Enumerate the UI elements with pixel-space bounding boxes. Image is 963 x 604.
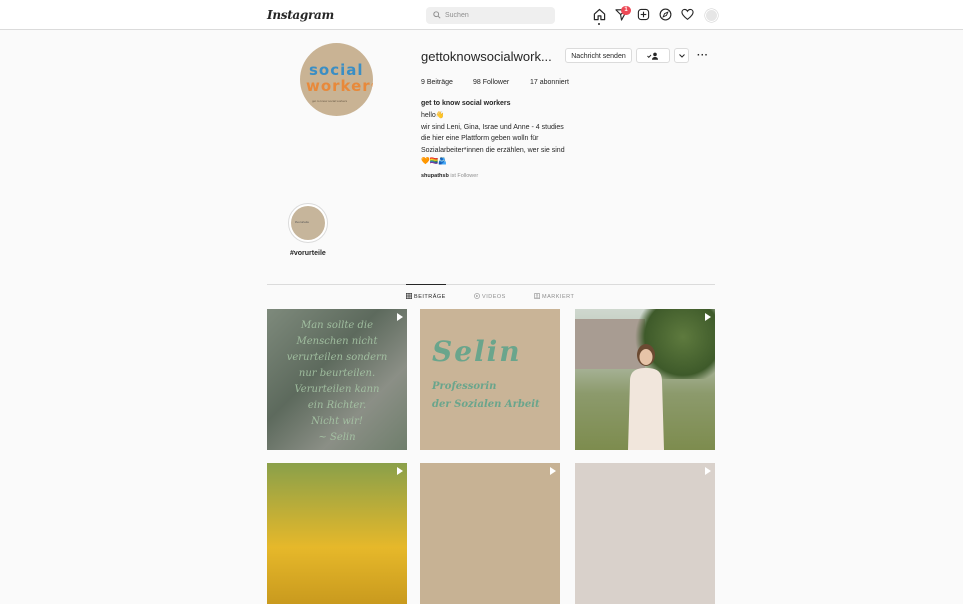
tabs-divider xyxy=(267,284,715,285)
active-page-indicator xyxy=(598,23,600,25)
video-icon xyxy=(474,293,480,299)
post-tile-photo[interactable] xyxy=(575,309,715,450)
highlight-label[interactable]: #vorurteile xyxy=(290,250,326,257)
followed-by[interactable]: shupathsb ist Follower xyxy=(421,173,478,179)
post-quote-line: nur beurteilen. xyxy=(298,368,376,379)
top-navigation-bar: Instagram 1 xyxy=(0,0,963,30)
person-photo xyxy=(628,344,664,450)
heart-icon[interactable] xyxy=(681,8,694,21)
notification-badge: 1 xyxy=(621,6,631,15)
post-tile-intro[interactable]: Selin Professorin der Sozialen Arbeit xyxy=(420,309,560,450)
followers-count[interactable]: 98 Follower xyxy=(473,79,509,86)
post-quote-line: Man sollte die xyxy=(300,320,373,331)
bio-line: wir sind Leni, Gina, Israe und Anne - 4 … xyxy=(421,124,564,131)
chevron-down-icon xyxy=(678,54,685,58)
post-tile-quote[interactable]: Man sollte die Menschen nicht verurteile… xyxy=(267,309,407,450)
home-icon[interactable] xyxy=(593,8,606,21)
profile-username: gettoknowsocialwork... xyxy=(421,49,552,64)
send-message-button[interactable]: Nachricht senden xyxy=(565,48,632,63)
avatar-caption: get to know social workers xyxy=(312,99,348,103)
search-input[interactable] xyxy=(445,9,549,22)
posts-count: 9 Beiträge xyxy=(421,79,453,86)
post-intro-subtitle: Professorin xyxy=(432,381,497,392)
post-quote-line: Verurteilen kann xyxy=(294,384,380,395)
bio-line: hello👋 xyxy=(421,112,445,119)
search-box[interactable] xyxy=(426,7,555,24)
post-intro-subtitle: der Sozialen Arbeit xyxy=(432,399,540,410)
post-intro-name: Selin xyxy=(432,335,522,368)
following-button[interactable] xyxy=(636,48,670,63)
post-quote-line: ein Richter. xyxy=(307,400,367,411)
bio-emoji-line: 🧡🏳️‍🌈🫂 xyxy=(421,158,448,165)
reel-play-icon xyxy=(550,467,556,475)
search-icon xyxy=(433,11,441,19)
more-options-icon[interactable]: ··· xyxy=(697,50,709,61)
highlight-cover[interactable]: #vorurteile xyxy=(291,206,325,240)
post-quote-line: Nicht wir! xyxy=(311,416,363,427)
tag-icon xyxy=(534,293,541,300)
bio-line: die hier eine Plattform geben wolln für xyxy=(421,135,539,142)
post-tile-sunflowers[interactable] xyxy=(267,463,407,604)
reel-play-icon xyxy=(397,467,403,475)
bio-line: Sozialarbeiter*innen die erzählen, wer s… xyxy=(421,147,565,154)
profile-avatar[interactable]: social workers get to know social worker… xyxy=(300,43,373,116)
tab-tagged[interactable]: MARKIERT xyxy=(534,293,574,300)
new-post-icon[interactable] xyxy=(637,8,650,21)
following-count[interactable]: 17 abonniert xyxy=(530,79,569,86)
profile-avatar-small[interactable] xyxy=(705,9,718,22)
reel-play-icon xyxy=(705,467,711,475)
post-quote-line: Menschen nicht xyxy=(296,336,378,347)
person-check-icon xyxy=(647,52,658,60)
explore-icon[interactable] xyxy=(659,8,672,21)
reel-play-icon xyxy=(397,313,403,321)
tab-videos[interactable]: VIDEOS xyxy=(474,293,506,300)
active-tab-indicator xyxy=(406,284,446,285)
post-tile-portrait[interactable] xyxy=(575,463,715,604)
post-tile-beige[interactable] xyxy=(420,463,560,604)
instagram-logo[interactable]: Instagram xyxy=(267,8,334,22)
post-quote-line: ~ Selin xyxy=(318,432,356,443)
profile-full-name: get to know social workers xyxy=(421,100,511,107)
followed-by-username[interactable]: shupathsb xyxy=(421,173,449,179)
post-quote-line: verurteilen sondern xyxy=(286,352,388,363)
avatar-text-workers: workers xyxy=(306,77,373,95)
grid-icon xyxy=(406,293,413,300)
tab-posts[interactable]: BEITRÄGE xyxy=(406,293,446,300)
suggestions-dropdown-button[interactable] xyxy=(674,48,689,63)
reel-play-icon xyxy=(705,313,711,321)
